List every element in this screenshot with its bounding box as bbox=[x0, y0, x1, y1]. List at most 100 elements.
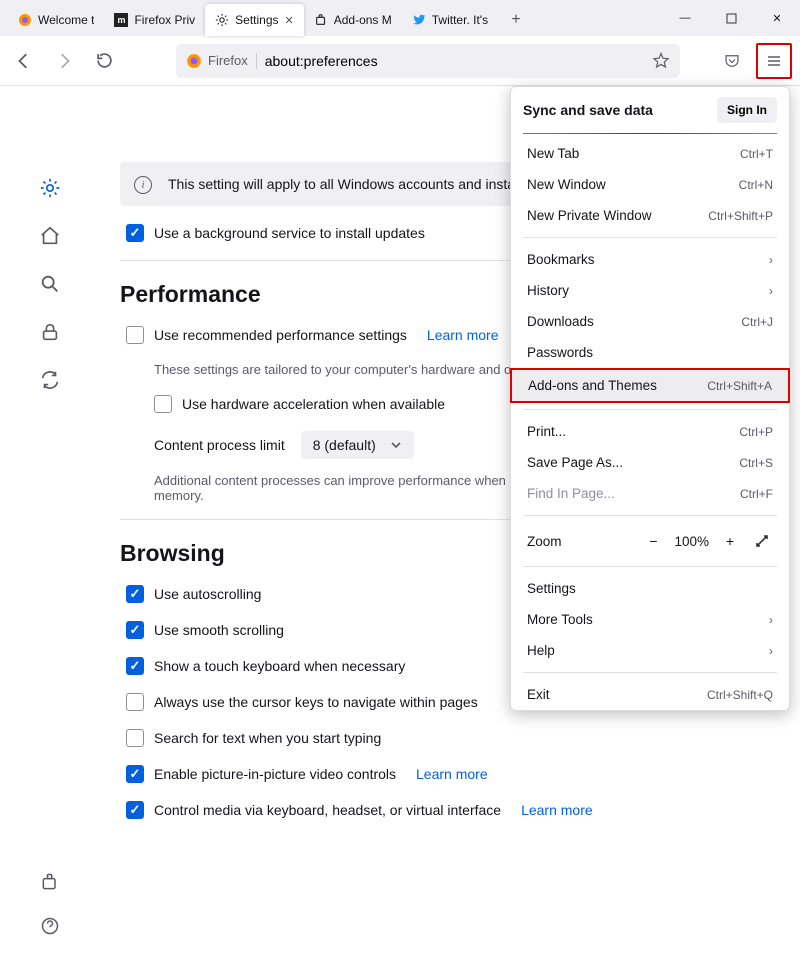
app-menu-button[interactable] bbox=[756, 43, 792, 79]
new-tab-button[interactable]: + bbox=[502, 6, 530, 34]
tab-addons[interactable]: Add-ons M bbox=[304, 4, 402, 36]
menu-history[interactable]: History› bbox=[511, 275, 789, 306]
pocket-button[interactable] bbox=[716, 45, 748, 77]
pip-row[interactable]: Enable picture-in-picture video controls… bbox=[126, 765, 770, 783]
close-window-button[interactable]: ✕ bbox=[754, 0, 800, 36]
fullscreen-button[interactable] bbox=[751, 530, 773, 552]
sidebar-privacy[interactable] bbox=[38, 320, 62, 344]
firefox-icon bbox=[186, 53, 202, 69]
star-icon[interactable] bbox=[652, 52, 670, 70]
checkbox-label: Use autoscrolling bbox=[154, 586, 261, 602]
sidebar-search[interactable] bbox=[38, 272, 62, 296]
select-value: 8 (default) bbox=[313, 437, 376, 453]
sidebar-sync[interactable] bbox=[38, 368, 62, 392]
checkbox-label: Use smooth scrolling bbox=[154, 622, 284, 638]
menu-save-page[interactable]: Save Page As...Ctrl+S bbox=[511, 447, 789, 478]
menu-settings[interactable]: Settings bbox=[511, 573, 789, 604]
close-tab-icon[interactable]: ✕ bbox=[285, 14, 294, 27]
menu-zoom-row: Zoom − 100% + bbox=[511, 522, 789, 560]
sync-title: Sync and save data bbox=[523, 102, 653, 118]
zoom-in-button[interactable]: + bbox=[719, 530, 741, 552]
process-limit-label: Content process limit bbox=[154, 437, 285, 453]
identity-box[interactable]: Firefox bbox=[186, 53, 257, 69]
navigation-toolbar: Firefox bbox=[0, 36, 800, 86]
tab-privacy[interactable]: m Firefox Priv bbox=[104, 4, 205, 36]
checkbox-label: Always use the cursor keys to navigate w… bbox=[154, 694, 478, 710]
app-menu-panel: Sync and save data Sign In New TabCtrl+T… bbox=[510, 86, 790, 711]
chevron-right-icon: › bbox=[769, 253, 773, 267]
checkbox-label: Use a background service to install upda… bbox=[154, 225, 425, 241]
tab-label: Firefox Priv bbox=[134, 13, 195, 27]
tab-label: Twitter. It's bbox=[432, 13, 488, 27]
info-icon: i bbox=[134, 176, 152, 194]
zoom-value: 100% bbox=[674, 534, 709, 549]
process-limit-select[interactable]: 8 (default) bbox=[301, 431, 414, 459]
checkbox-icon[interactable] bbox=[126, 801, 144, 819]
back-button[interactable] bbox=[8, 45, 40, 77]
menu-passwords[interactable]: Passwords bbox=[511, 337, 789, 368]
chevron-right-icon: › bbox=[769, 644, 773, 658]
checkbox-icon[interactable] bbox=[126, 224, 144, 242]
checkbox-label: Use recommended performance settings bbox=[154, 327, 407, 343]
tab-welcome[interactable]: Welcome t bbox=[8, 4, 104, 36]
checkbox-icon[interactable] bbox=[126, 621, 144, 639]
sidebar-general[interactable] bbox=[38, 176, 62, 200]
forward-button[interactable] bbox=[48, 45, 80, 77]
puzzle-icon bbox=[314, 13, 328, 27]
checkbox-icon[interactable] bbox=[126, 765, 144, 783]
menu-new-tab[interactable]: New TabCtrl+T bbox=[511, 138, 789, 169]
menu-addons-themes[interactable]: Add-ons and ThemesCtrl+Shift+A bbox=[510, 368, 790, 403]
checkbox-icon[interactable] bbox=[126, 729, 144, 747]
tab-strip: Welcome t m Firefox Priv Settings ✕ Add-… bbox=[0, 0, 800, 36]
menu-sync-header: Sync and save data Sign In bbox=[511, 87, 789, 133]
gradient-separator bbox=[523, 133, 777, 134]
menu-print[interactable]: Print...Ctrl+P bbox=[511, 416, 789, 447]
twitter-icon bbox=[412, 13, 426, 27]
menu-more-tools[interactable]: More Tools› bbox=[511, 604, 789, 635]
menu-find-in-page[interactable]: Find In Page...Ctrl+F bbox=[511, 478, 789, 509]
url-input[interactable] bbox=[265, 53, 644, 69]
menu-exit[interactable]: ExitCtrl+Shift+Q bbox=[511, 679, 789, 710]
search-on-type-row[interactable]: Search for text when you start typing bbox=[126, 729, 770, 747]
checkbox-label: Show a touch keyboard when necessary bbox=[154, 658, 405, 674]
sidebar-help[interactable] bbox=[38, 914, 62, 938]
checkbox-label: Control media via keyboard, headset, or … bbox=[154, 802, 501, 818]
learn-more-link[interactable]: Learn more bbox=[521, 802, 593, 818]
reload-button[interactable] bbox=[88, 45, 120, 77]
sidebar-extensions[interactable] bbox=[38, 870, 62, 894]
checkbox-icon[interactable] bbox=[154, 395, 172, 413]
menu-new-private-window[interactable]: New Private WindowCtrl+Shift+P bbox=[511, 200, 789, 231]
learn-more-link[interactable]: Learn more bbox=[416, 766, 488, 782]
tab-settings[interactable]: Settings ✕ bbox=[205, 4, 304, 36]
menu-bookmarks[interactable]: Bookmarks› bbox=[511, 244, 789, 275]
checkbox-icon[interactable] bbox=[126, 326, 144, 344]
m-icon: m bbox=[114, 13, 128, 27]
menu-help[interactable]: Help› bbox=[511, 635, 789, 666]
checkbox-label: Enable picture-in-picture video controls bbox=[154, 766, 396, 782]
menu-new-window[interactable]: New WindowCtrl+N bbox=[511, 169, 789, 200]
checkbox-label: Use hardware acceleration when available bbox=[182, 396, 445, 412]
chevron-right-icon: › bbox=[769, 613, 773, 627]
menu-downloads[interactable]: DownloadsCtrl+J bbox=[511, 306, 789, 337]
category-sidebar bbox=[0, 86, 100, 958]
sidebar-home[interactable] bbox=[38, 224, 62, 248]
checkbox-label: Search for text when you start typing bbox=[154, 730, 381, 746]
minimize-button[interactable]: — bbox=[662, 0, 708, 36]
checkbox-icon[interactable] bbox=[126, 657, 144, 675]
firefox-icon bbox=[18, 13, 32, 27]
tab-twitter[interactable]: Twitter. It's bbox=[402, 4, 498, 36]
tab-label: Settings bbox=[235, 13, 278, 27]
url-bar[interactable]: Firefox bbox=[176, 44, 680, 78]
learn-more-link[interactable]: Learn more bbox=[427, 327, 499, 343]
maximize-button[interactable] bbox=[708, 0, 754, 36]
media-control-row[interactable]: Control media via keyboard, headset, or … bbox=[126, 801, 770, 819]
chevron-down-icon bbox=[390, 439, 402, 451]
gear-icon bbox=[215, 13, 229, 27]
tab-label: Add-ons M bbox=[334, 13, 392, 27]
identity-label: Firefox bbox=[208, 53, 248, 68]
checkbox-icon[interactable] bbox=[126, 585, 144, 603]
zoom-out-button[interactable]: − bbox=[642, 530, 664, 552]
sign-in-button[interactable]: Sign In bbox=[717, 97, 777, 123]
checkbox-icon[interactable] bbox=[126, 693, 144, 711]
window-controls: — ✕ bbox=[662, 0, 800, 36]
